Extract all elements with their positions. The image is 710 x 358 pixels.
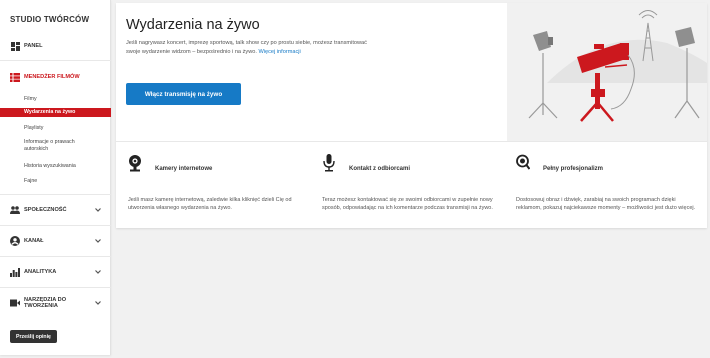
microphone-icon [323,154,335,172]
feature-description: Teraz możesz kontaktować się ze swoimi o… [322,197,493,212]
chevron-down-icon [95,270,101,274]
video-camera-icon [10,298,20,308]
divider [0,60,111,61]
sidebar-item-video-manager[interactable]: MENEDŻER FILMÓW [0,67,111,87]
feature-description: Dostosowuj obraz i dźwięk, zarabiaj na s… [516,197,696,212]
feedback-button[interactable]: Prześlij opinię [10,330,57,343]
sub-item-live-events[interactable]: Wydarzenia na żywo [0,108,111,117]
feature-title: Pełny profesjonalizm [543,166,604,172]
studio-title: STUDIO TWÓRCÓW [10,15,90,24]
sidebar-item-label: SPOŁECZNOŚĆ [24,206,67,213]
analytics-icon [10,267,20,277]
live-camera-illustration [507,3,707,141]
sidebar-item-community[interactable]: SPOŁECZNOŚĆ [0,200,111,220]
enable-live-button[interactable]: Włącz transmisję na żywo [126,83,241,105]
dashboard-icon [10,41,20,51]
account-icon [10,236,20,246]
description-text: Jeśli nagrywasz koncert, imprezę sportow… [126,40,367,55]
page-title: Wydarzenia na żywo [126,17,260,33]
sub-item-playlists[interactable]: Playlisty [24,125,43,132]
sidebar-item-channel[interactable]: KANAŁ [0,231,111,251]
chevron-down-icon [95,301,101,305]
sidebar: STUDIO TWÓRCÓW PANEL MENEDŻER FILMÓW Fil… [0,0,111,355]
more-info-link[interactable]: Więcej informacji [258,49,300,55]
chevron-down-icon [95,239,101,243]
feature-description: Jeśli masz kamerę internetową, zaledwie … [128,197,292,212]
hero-section: Wydarzenia na żywo Jeśli nagrywasz konce… [116,3,707,142]
sub-item-search-history[interactable]: Historia wyszukiwania [24,163,76,170]
sidebar-item-label: PANEL [24,42,43,49]
feature-title: Kontakt z odbiorcami [349,166,411,172]
webcam-icon [129,155,141,172]
divider [0,287,111,288]
sub-item-likes[interactable]: Fajne [24,178,37,185]
divider [0,194,111,195]
sub-item-videos[interactable]: Filmy [24,96,37,103]
sidebar-item-panel[interactable]: PANEL [0,36,111,56]
live-events-card: Wydarzenia na żywo Jeśli nagrywasz konce… [116,3,707,228]
chevron-down-icon [95,208,101,212]
divider [0,256,111,257]
sidebar-item-analytics[interactable]: ANALITYKA [0,262,111,282]
community-icon [10,205,20,215]
sidebar-item-label: MENEDŻER FILMÓW [24,73,80,80]
divider [0,225,111,226]
magnifier-icon [516,154,530,170]
video-manager-icon [10,72,20,82]
sidebar-item-label: NARZĘDZIA DO TWORZENIA [24,296,67,310]
feature-title: Kamery internetowe [155,166,213,172]
sub-item-copyright[interactable]: Informacje o prawach autorskich [24,139,94,152]
sidebar-item-create-tools[interactable]: NARZĘDZIA DO TWORZENIA [0,292,111,314]
hero-description: Jeśli nagrywasz koncert, imprezę sportow… [126,39,376,56]
sidebar-item-label: ANALITYKA [24,268,57,275]
sidebar-item-label: KANAŁ [24,237,44,244]
